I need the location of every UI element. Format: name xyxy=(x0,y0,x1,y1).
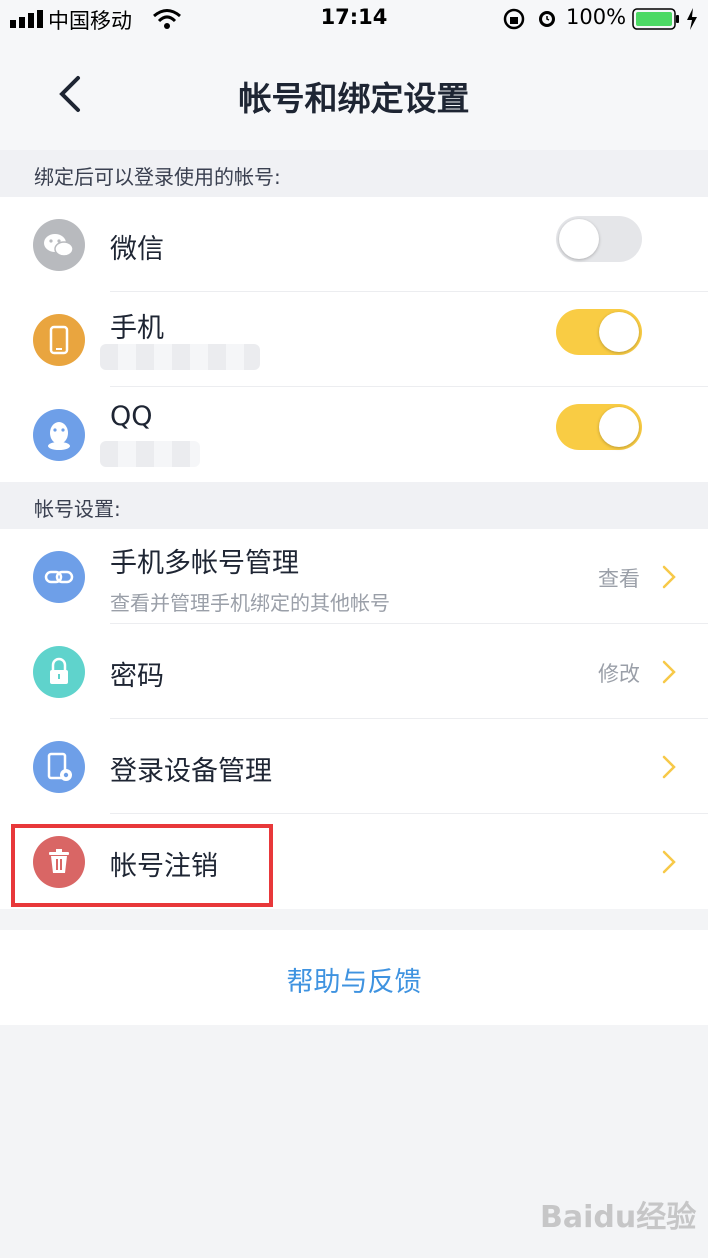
menu-item-label: 密码 xyxy=(110,661,164,692)
nav-bar: 帐号和绑定设置 xyxy=(0,38,708,150)
masked-phone-number xyxy=(100,344,260,370)
menu-item-action: 查看 xyxy=(598,567,640,591)
bound-account-phone: 手机 xyxy=(0,292,708,387)
link-icon xyxy=(33,551,85,603)
menu-item-multi-account[interactable]: 手机多帐号管理 查看并管理手机绑定的其他帐号 查看 xyxy=(0,529,708,624)
chevron-right-icon xyxy=(662,755,676,779)
wechat-icon xyxy=(33,219,85,271)
bound-account-qq: QQ xyxy=(0,387,708,482)
help-feedback-link[interactable]: 帮助与反馈 xyxy=(0,960,708,999)
bound-account-wechat: 微信 xyxy=(0,197,708,292)
account-label: 手机 xyxy=(110,313,164,344)
menu-item-action: 修改 xyxy=(598,662,640,686)
masked-qq-number xyxy=(100,441,200,467)
menu-item-password[interactable]: 密码 修改 xyxy=(0,624,708,719)
wechat-toggle[interactable] xyxy=(556,216,642,262)
section-label: 绑定后可以登录使用的帐号: xyxy=(34,165,281,189)
chevron-right-icon xyxy=(662,850,676,874)
charging-icon xyxy=(687,8,697,30)
device-settings-icon xyxy=(33,741,85,793)
qq-toggle[interactable] xyxy=(556,404,642,450)
chevron-right-icon xyxy=(662,660,676,684)
section-label: 帐号设置: xyxy=(34,497,121,521)
help-feedback-row[interactable]: 帮助与反馈 xyxy=(0,930,708,1025)
orientation-lock-icon xyxy=(503,8,525,30)
highlight-annotation-box xyxy=(11,824,273,907)
lock-icon xyxy=(33,646,85,698)
toggle-knob xyxy=(599,312,639,352)
phone-toggle[interactable] xyxy=(556,309,642,355)
menu-item-subtitle: 查看并管理手机绑定的其他帐号 xyxy=(110,591,390,615)
toggle-knob xyxy=(559,219,599,259)
chevron-right-icon xyxy=(662,565,676,589)
status-bar: 中国移动 17:14 100% xyxy=(0,0,708,38)
menu-item-label: 手机多帐号管理 xyxy=(110,548,299,579)
battery-icon xyxy=(632,8,679,30)
section-header-account-settings: 帐号设置: xyxy=(0,482,708,529)
page-title: 帐号和绑定设置 xyxy=(238,79,470,118)
toggle-knob xyxy=(599,407,639,447)
menu-item-label: 登录设备管理 xyxy=(110,756,272,787)
battery-percentage: 100% xyxy=(566,5,627,29)
menu-item-device-management[interactable]: 登录设备管理 xyxy=(0,719,708,814)
qq-icon xyxy=(33,409,85,461)
alarm-icon xyxy=(539,11,555,27)
account-label: QQ xyxy=(110,401,153,432)
phone-icon xyxy=(33,314,85,366)
watermark: Baidu经验 xyxy=(540,1200,697,1235)
section-header-bound-accounts: 绑定后可以登录使用的帐号: xyxy=(0,150,708,197)
account-label: 微信 xyxy=(110,234,164,265)
